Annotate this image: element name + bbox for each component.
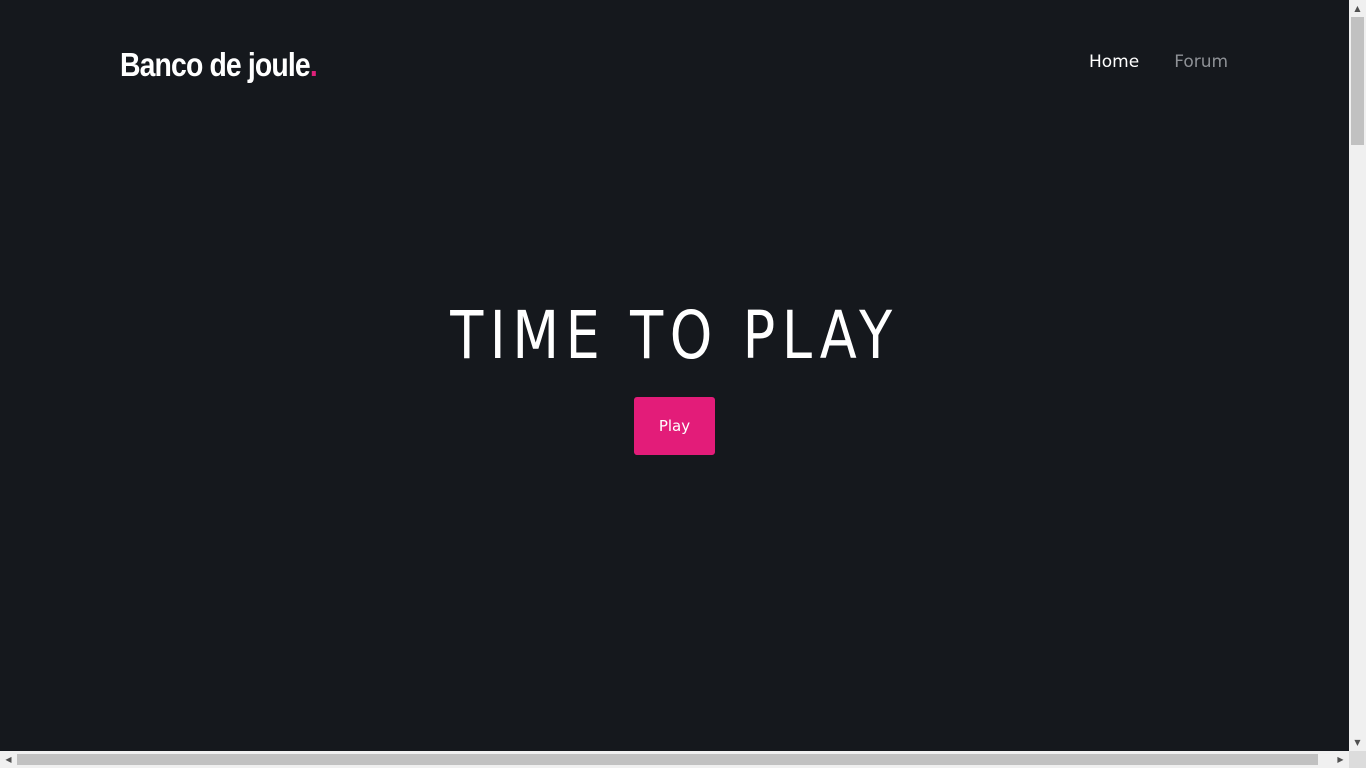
hero-title: TIME TO PLAY	[450, 297, 899, 374]
scroll-down-arrow-icon[interactable]: ▼	[1349, 734, 1366, 751]
scroll-right-arrow-icon[interactable]: ▶	[1332, 751, 1349, 768]
play-button[interactable]: Play	[634, 397, 715, 455]
scroll-up-arrow-icon[interactable]: ▲	[1349, 0, 1366, 17]
vertical-scrollbar[interactable]: ▲ ▼	[1349, 0, 1366, 751]
brand-dot: .	[309, 46, 318, 83]
vertical-scroll-thumb[interactable]	[1351, 17, 1364, 145]
horizontal-scroll-thumb[interactable]	[17, 754, 1318, 765]
horizontal-scrollbar[interactable]: ◀ ▶	[0, 751, 1349, 768]
nav-forum-link[interactable]: Forum	[1174, 52, 1228, 72]
scroll-left-arrow-icon[interactable]: ◀	[0, 751, 17, 768]
page-viewport: Banco de joule. Home Forum TIME TO PLAY …	[0, 0, 1349, 751]
brand-name: Banco de joule	[120, 46, 311, 83]
brand-logo[interactable]: Banco de joule.	[120, 46, 318, 84]
nav-home-link[interactable]: Home	[1089, 52, 1139, 72]
scrollbar-corner	[1349, 751, 1366, 768]
main-nav: Home Forum	[1089, 52, 1228, 72]
